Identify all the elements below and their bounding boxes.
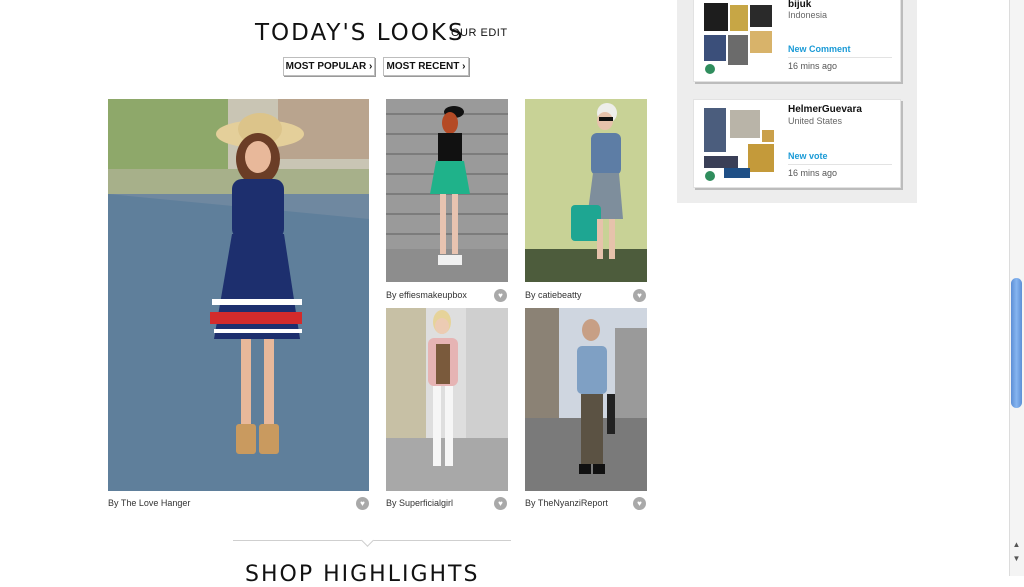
look-photo-4-image (386, 308, 508, 491)
scroll-down-icon[interactable]: ▼ (1010, 552, 1023, 564)
look-credit[interactable]: By TheNyanziReport (525, 498, 608, 508)
section-subtitle: OUR EDIT (451, 27, 508, 39)
look-credit[interactable]: By effiesmakeupbox (386, 290, 467, 300)
shop-highlights-title: SHOP HIGHLIGHTS (245, 562, 480, 587)
look-photo-4[interactable] (386, 308, 508, 491)
most-popular-button[interactable]: MOST POPULAR › (283, 57, 375, 76)
most-recent-button[interactable]: MOST RECENT › (383, 57, 469, 76)
divider (788, 57, 892, 58)
activity-user[interactable]: HelmerGuevara (788, 104, 862, 115)
look-photo-5-image (525, 308, 647, 491)
look-credit[interactable]: By Superficialgirl (386, 498, 453, 508)
heart-icon[interactable]: ♥ (494, 289, 507, 302)
heart-icon[interactable]: ♥ (633, 497, 646, 510)
outfit-set-thumbnail[interactable] (698, 1, 778, 77)
activity-item[interactable]: HelmerGuevara United States New vote 16 … (693, 99, 901, 188)
look-credit[interactable]: By catiebeatty (525, 290, 582, 300)
look-photo-1-image (108, 99, 369, 491)
activity-user[interactable]: bijuk (788, 0, 811, 10)
look-credit[interactable]: By The Love Hanger (108, 498, 190, 508)
activity-location: United States (788, 116, 843, 126)
outfit-set-thumbnail[interactable] (698, 104, 778, 184)
look-photo-2-image (386, 99, 508, 282)
divider (788, 164, 892, 165)
activity-item[interactable]: bijuk Indonesia New Comment 16 mins ago (693, 0, 901, 82)
scrollbar-thumb[interactable] (1011, 278, 1022, 408)
activity-time: 16 mins ago (788, 168, 838, 178)
section-title: TODAY'S LOOKS (255, 20, 465, 46)
look-photo-3[interactable] (525, 99, 647, 282)
look-photo-2[interactable] (386, 99, 508, 282)
activity-location: Indonesia (788, 10, 828, 20)
look-photo-5[interactable] (525, 308, 647, 491)
heart-icon[interactable]: ♥ (356, 497, 369, 510)
heart-icon[interactable]: ♥ (494, 497, 507, 510)
look-photo-1[interactable] (108, 99, 369, 491)
activity-type[interactable]: New Comment (788, 44, 851, 54)
divider-notch (361, 534, 374, 547)
activity-time: 16 mins ago (788, 61, 838, 71)
scroll-up-icon[interactable]: ▲ (1010, 538, 1023, 550)
heart-icon[interactable]: ♥ (633, 289, 646, 302)
activity-type[interactable]: New vote (788, 151, 828, 161)
look-photo-3-image (525, 99, 647, 282)
